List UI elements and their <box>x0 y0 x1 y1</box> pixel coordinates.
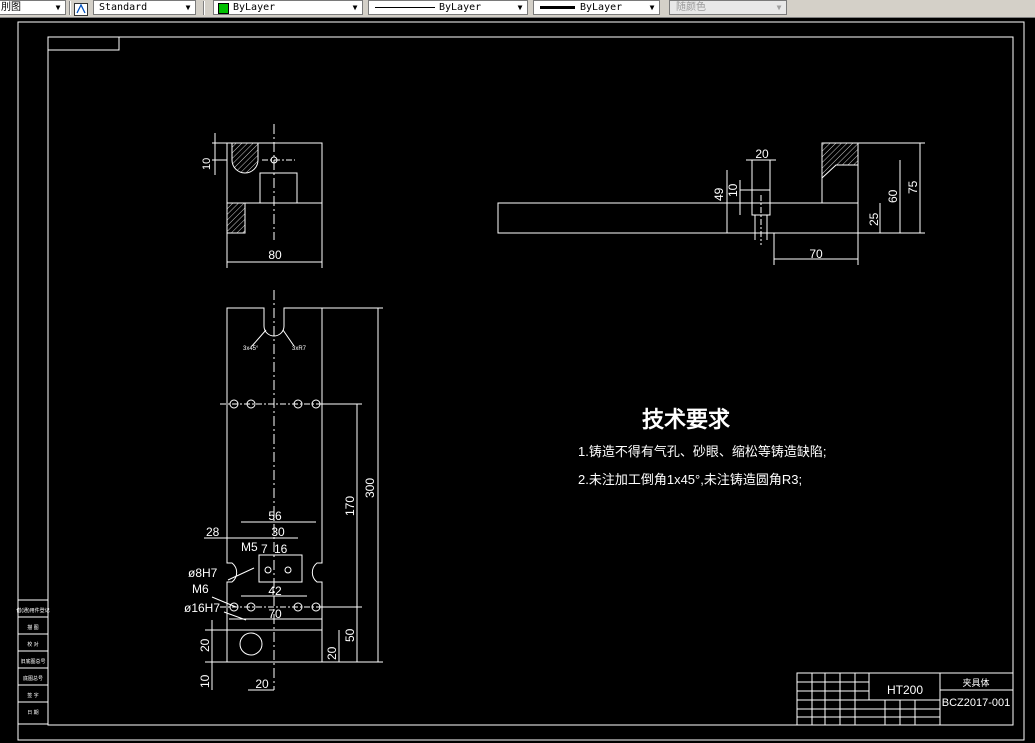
dim-text: M6 <box>192 582 209 596</box>
chevron-down-icon: ▼ <box>352 3 358 12</box>
dim-text: 10 <box>726 183 740 197</box>
dim-text: M5 <box>241 540 258 554</box>
top-view <box>212 124 323 268</box>
linetype-dropdown[interactable]: ByLayer ▼ <box>368 0 528 15</box>
dim-text: 30 <box>271 525 285 539</box>
drawing-canvas[interactable]: 80 10 20 10 49 70 25 60 75 300 170 50 20… <box>0 17 1035 743</box>
dim-text: 50 <box>343 628 357 642</box>
linetype-value: ByLayer <box>439 2 482 13</box>
lineweight-dropdown[interactable]: ByLayer ▼ <box>533 0 660 15</box>
stamp-label: 旧底图总号 <box>20 658 45 665</box>
view-dropdown-label: 刖图 <box>1 2 21 13</box>
chevron-down-icon: ▼ <box>776 3 782 12</box>
toolbar-separator <box>69 1 71 15</box>
dim-text: 56 <box>268 509 282 523</box>
dim-text: ø16H7 <box>184 601 220 615</box>
text-style-value: Standard <box>99 2 148 13</box>
corner-label-box <box>47 36 120 51</box>
chevron-down-icon: ▼ <box>55 3 61 12</box>
text-style-dropdown[interactable]: Standard ▼ <box>93 0 196 15</box>
dim-text: 80 <box>268 248 282 262</box>
plot-style-value: 随颜色 <box>676 2 706 13</box>
chevron-down-icon: ▼ <box>649 3 655 12</box>
plot-style-dropdown: 随颜色 ▼ <box>669 0 787 15</box>
stamp-label: 借(通)用件登记 <box>16 607 49 614</box>
text-style-icon[interactable] <box>74 1 88 16</box>
properties-toolbar: 刖图 ▼ Standard ▼ ByLayer ▼ ByLayer ▼ ByLa… <box>0 0 1035 18</box>
dim-text: 42 <box>268 584 282 598</box>
dim-text: 10 <box>198 674 212 688</box>
note-text: 3x45° <box>243 346 259 352</box>
dim-text: 7 <box>261 542 268 556</box>
dim-text: 49 <box>712 187 726 201</box>
dim-text: 60 <box>886 189 900 203</box>
note-text: 3xR7 <box>292 346 307 352</box>
dim-text: 25 <box>867 212 881 226</box>
dim-text: 170 <box>343 496 357 516</box>
material-text: HT200 <box>887 683 923 697</box>
outer-frame <box>17 21 1025 741</box>
chevron-down-icon: ▼ <box>185 3 191 12</box>
dim-text: 16 <box>274 542 288 556</box>
dim-text: 20 <box>255 677 269 691</box>
stamp-label: 签 字 <box>27 692 38 699</box>
side-view <box>497 142 925 265</box>
tech-req-title: 技术要求 <box>642 407 730 432</box>
stamp-label: 描 图 <box>27 624 38 631</box>
layer-color-dropdown[interactable]: ByLayer ▼ <box>213 0 363 15</box>
toolbar-separator <box>203 1 205 15</box>
chevron-down-icon: ▼ <box>517 3 523 12</box>
layer-color-value: ByLayer <box>233 2 276 13</box>
dim-text: 20 <box>325 646 339 660</box>
dim-text: 70 <box>268 607 282 621</box>
dim-text: 28 <box>206 525 220 539</box>
dim-text: 75 <box>906 180 920 194</box>
dim-text: 300 <box>363 478 377 498</box>
lineweight-preview-icon <box>540 6 575 9</box>
dim-text: 20 <box>198 638 212 652</box>
drawing-number-text: BCZ2017-001 <box>942 697 1011 709</box>
dim-text: ø8H7 <box>188 566 218 580</box>
dim-text: 10 <box>201 158 213 170</box>
part-name-text: 夹具体 <box>962 677 989 688</box>
tech-req-line1: 1.铸造不得有气孔、砂眼、缩松等铸造缺陷; <box>578 444 826 459</box>
dim-text: 70 <box>809 247 823 261</box>
stamp-label: 底图总号 <box>23 675 43 682</box>
color-swatch-icon <box>218 3 229 14</box>
inner-frame <box>47 36 1014 726</box>
tech-req-line2: 2.未注加工倒角1x45°,未注铸造圆角R3; <box>578 472 802 487</box>
view-dropdown[interactable]: 刖图 ▼ <box>0 0 66 15</box>
stamp-label: 日 期 <box>27 710 38 716</box>
stamp-label: 校 对 <box>27 641 38 648</box>
linetype-preview-icon <box>375 7 435 8</box>
lineweight-value: ByLayer <box>580 2 623 13</box>
dim-text: 20 <box>755 147 769 161</box>
